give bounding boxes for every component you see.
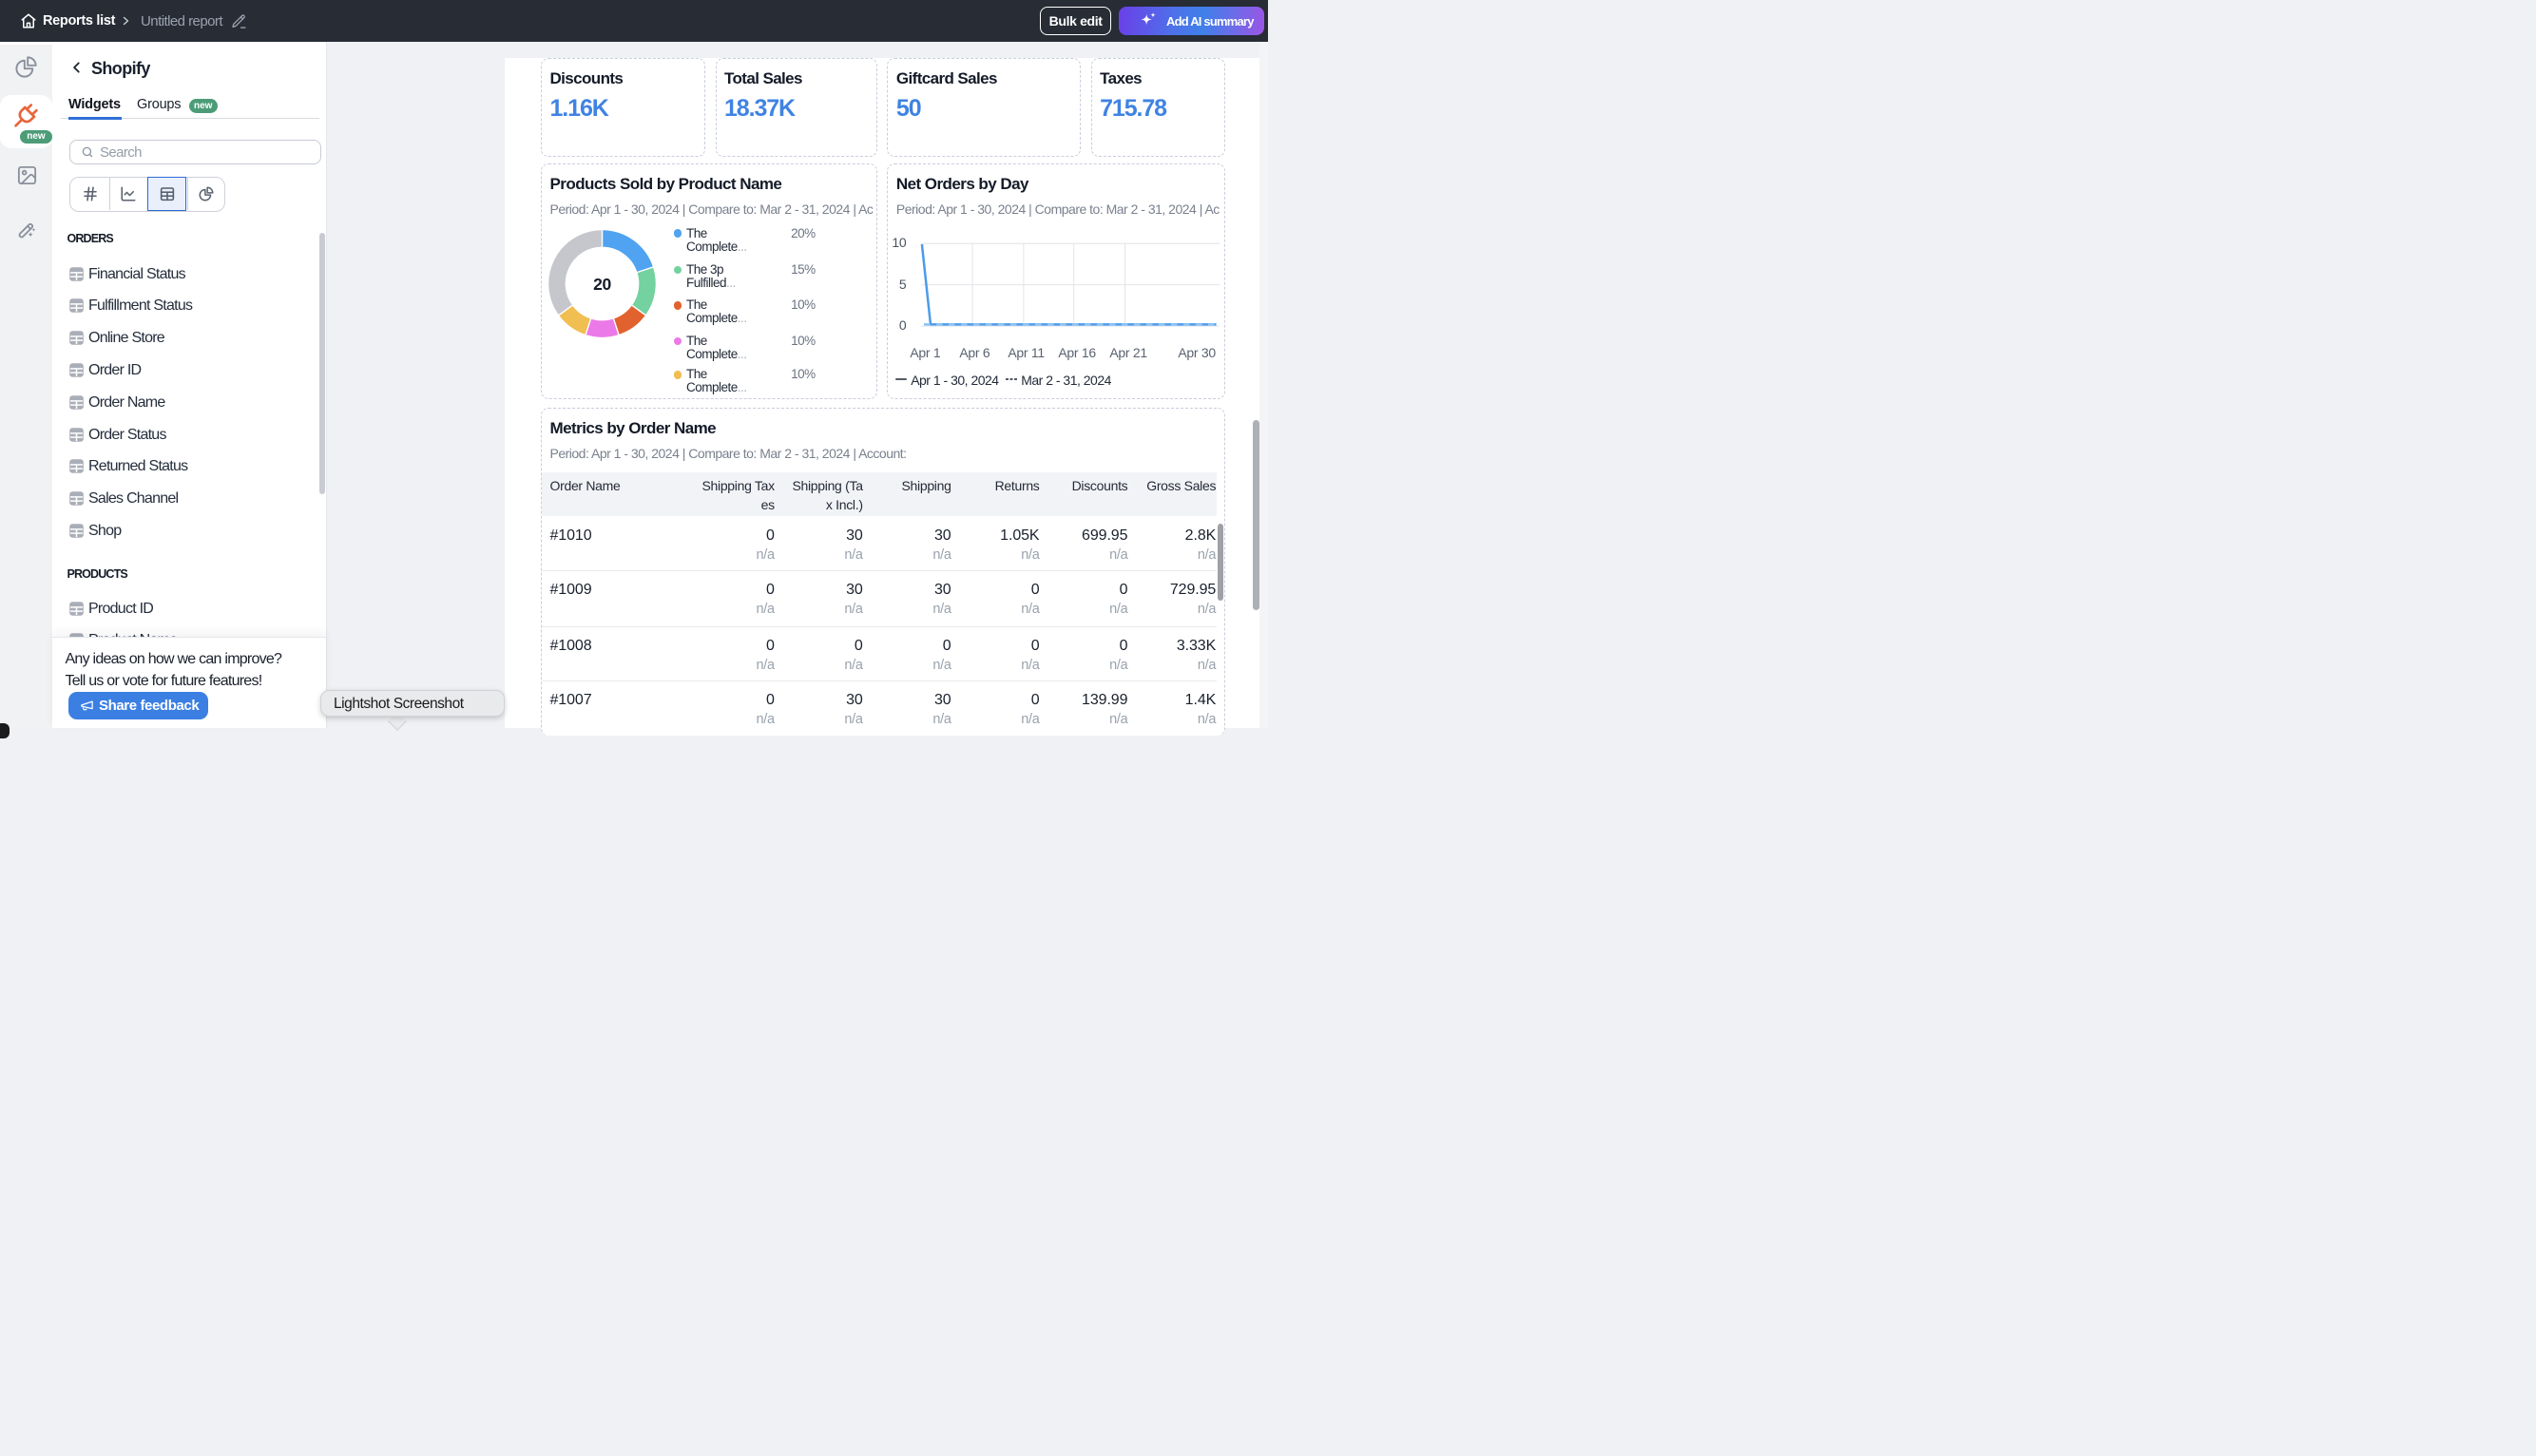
svg-text:20: 20 xyxy=(593,275,611,294)
